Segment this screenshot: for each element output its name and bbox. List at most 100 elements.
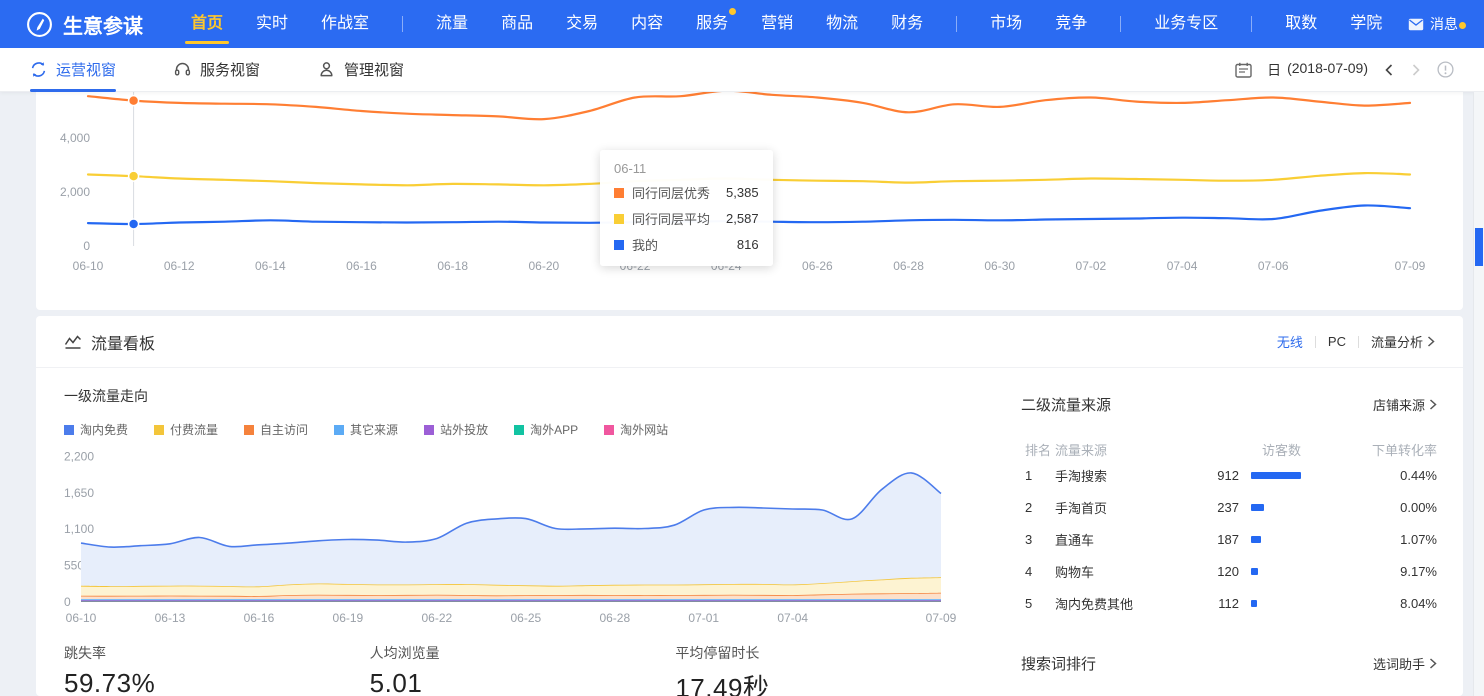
view-tab-服务视窗[interactable]: 服务视窗 bbox=[174, 48, 260, 92]
svg-text:06-26: 06-26 bbox=[802, 259, 833, 273]
line-chart-icon bbox=[64, 334, 82, 350]
chart-legend: 淘内免费 付费流量 自主访问 其它来源 站外投放 淘外APP 淘外网站 bbox=[64, 421, 981, 438]
legend-item-淘外网站[interactable]: 淘外网站 bbox=[604, 421, 668, 438]
shop-source-link[interactable]: 店铺来源 bbox=[1373, 395, 1437, 414]
legend-swatch bbox=[604, 425, 614, 435]
nav-item-实时[interactable]: 实时 bbox=[256, 0, 288, 48]
svg-text:06-30: 06-30 bbox=[984, 259, 1015, 273]
legend-swatch bbox=[424, 425, 434, 435]
panel-body: 一级流量走向 淘内免费付费流量自主访问其它来源站外投放淘外APP淘外网站 055… bbox=[36, 368, 1463, 696]
svg-text:1,100: 1,100 bbox=[64, 522, 94, 536]
visitors-bar bbox=[1251, 504, 1264, 511]
nav-item-学院[interactable]: 学院 bbox=[1350, 0, 1382, 48]
metric-value: 59.73% bbox=[64, 668, 370, 696]
messages-button[interactable]: 消息 bbox=[1408, 14, 1458, 34]
source-table-row[interactable]: 2手淘首页2370.00% bbox=[1021, 491, 1437, 523]
panel-header: 流量看板 无线 PC 流量分析 bbox=[36, 316, 1463, 368]
envelope-icon bbox=[1408, 18, 1424, 31]
traffic-analysis-link[interactable]: 流量分析 bbox=[1371, 332, 1435, 351]
nav-item-内容[interactable]: 内容 bbox=[631, 0, 663, 48]
traffic-metrics: 跳失率59.73%人均浏览量5.01平均停留时长17.49秒 bbox=[64, 643, 981, 696]
metric-value: 17.49秒 bbox=[675, 668, 981, 696]
series-line-同行同层优秀 bbox=[88, 92, 1410, 119]
headset-icon bbox=[174, 61, 191, 78]
brand[interactable]: 生意参谋 bbox=[26, 10, 143, 39]
page-content: 02,0004,00006-1006-1206-1406-1606-1806-2… bbox=[0, 92, 1484, 696]
nav-item-商品[interactable]: 商品 bbox=[501, 0, 533, 48]
svg-text:06-28: 06-28 bbox=[893, 259, 924, 273]
nav-divider bbox=[1251, 16, 1252, 32]
nav-item-财务[interactable]: 财务 bbox=[891, 0, 923, 48]
nav-item-市场[interactable]: 市场 bbox=[990, 0, 1022, 48]
visitors-bar bbox=[1251, 536, 1261, 543]
svg-text:06-28: 06-28 bbox=[599, 611, 630, 625]
nav-divider bbox=[956, 16, 957, 32]
nav-item-营销[interactable]: 营销 bbox=[761, 0, 793, 48]
svg-text:06-16: 06-16 bbox=[244, 611, 275, 625]
svg-text:0: 0 bbox=[83, 239, 90, 253]
metric-value: 5.01 bbox=[370, 668, 676, 696]
nav-item-业务专区[interactable]: 业务专区 bbox=[1154, 0, 1218, 48]
nav-item-首页[interactable]: 首页 bbox=[191, 0, 223, 48]
nav-item-作战室[interactable]: 作战室 bbox=[321, 0, 369, 48]
search-rank-title: 搜索词排行 bbox=[1021, 653, 1096, 674]
view-tab-管理视窗[interactable]: 管理视窗 bbox=[318, 48, 404, 92]
primary-traffic-chart[interactable]: 05501,1001,6502,20006-1006-1306-1606-190… bbox=[64, 446, 994, 641]
view-tab-运营视窗[interactable]: 运营视窗 bbox=[30, 48, 116, 92]
legend-item-淘内免费[interactable]: 淘内免费 bbox=[64, 421, 128, 438]
legend-swatch bbox=[614, 214, 624, 224]
tooltip-row: 同行同层优秀5,385 bbox=[614, 183, 759, 202]
nav-item-服务[interactable]: 服务 bbox=[696, 0, 728, 48]
divider bbox=[1358, 336, 1359, 348]
svg-text:2,000: 2,000 bbox=[60, 185, 90, 199]
legend-item-站外投放[interactable]: 站外投放 bbox=[424, 421, 488, 438]
legend-swatch bbox=[514, 425, 524, 435]
nav-item-物流[interactable]: 物流 bbox=[826, 0, 858, 48]
nav-divider bbox=[1120, 16, 1121, 32]
word-helper-link[interactable]: 选词助手 bbox=[1373, 654, 1437, 673]
svg-text:06-12: 06-12 bbox=[164, 259, 195, 273]
divider bbox=[1315, 336, 1316, 348]
toggle-wireless[interactable]: 无线 bbox=[1277, 332, 1303, 351]
source-table-row[interactable]: 4购物车1209.17% bbox=[1021, 555, 1437, 587]
nav-item-竞争[interactable]: 竞争 bbox=[1055, 0, 1087, 48]
svg-text:1,650: 1,650 bbox=[64, 486, 94, 500]
nav-item-取数[interactable]: 取数 bbox=[1285, 0, 1317, 48]
sync-icon bbox=[30, 61, 47, 78]
next-date-button[interactable] bbox=[1410, 63, 1422, 77]
messages-badge bbox=[1459, 22, 1466, 29]
panel-controls: 无线 PC 流量分析 bbox=[1277, 332, 1435, 351]
source-table-row[interactable]: 5淘内免费其他1128.04% bbox=[1021, 587, 1437, 619]
legend-item-付费流量[interactable]: 付费流量 bbox=[154, 421, 218, 438]
top-nav: 生意参谋 首页实时作战室 流量商品交易内容服务营销物流财务 市场竞争 业务专区 取数学院… bbox=[0, 0, 1484, 48]
svg-text:07-04: 07-04 bbox=[777, 611, 808, 625]
svg-text:07-09: 07-09 bbox=[926, 611, 957, 625]
traffic-dashboard-card: 流量看板 无线 PC 流量分析 一级流量走向 淘内免费付费流量自主访问其它来源站… bbox=[36, 316, 1463, 696]
date-mode: 日 bbox=[1267, 60, 1281, 80]
nav-item-交易[interactable]: 交易 bbox=[566, 0, 598, 48]
prev-date-button[interactable] bbox=[1383, 63, 1395, 77]
source-table-row[interactable]: 3直通车1871.07% bbox=[1021, 523, 1437, 555]
area-band-淘内免费 bbox=[81, 473, 941, 587]
view-tabbar: 运营视窗 服务视窗 管理视窗 日 (2018-07-09) bbox=[0, 48, 1484, 92]
source-table-row[interactable]: 1手淘搜索9120.44% bbox=[1021, 459, 1437, 491]
date-picker[interactable]: 日 (2018-07-09) bbox=[1267, 60, 1368, 80]
toggle-pc[interactable]: PC bbox=[1328, 334, 1346, 349]
nav-item-流量[interactable]: 流量 bbox=[436, 0, 468, 48]
tooltip-row: 我的816 bbox=[614, 235, 759, 254]
calendar-icon[interactable] bbox=[1235, 62, 1252, 78]
legend-item-淘外APP[interactable]: 淘外APP bbox=[514, 421, 578, 438]
svg-text:06-16: 06-16 bbox=[346, 259, 377, 273]
legend-item-其它来源[interactable]: 其它来源 bbox=[334, 421, 398, 438]
legend-item-自主访问[interactable]: 自主访问 bbox=[244, 421, 308, 438]
scrollbar-thumb[interactable] bbox=[1475, 228, 1483, 266]
svg-text:06-10: 06-10 bbox=[66, 611, 97, 625]
svg-text:06-18: 06-18 bbox=[437, 259, 468, 273]
info-button[interactable] bbox=[1437, 61, 1454, 78]
svg-text:06-19: 06-19 bbox=[333, 611, 364, 625]
brand-logo-icon bbox=[26, 11, 53, 38]
source-table-title: 二级流量来源 bbox=[1021, 394, 1111, 415]
notification-dot bbox=[729, 8, 736, 15]
chart-tooltip: 06-11 同行同层优秀5,385同行同层平均2,587我的816 bbox=[600, 150, 773, 266]
page-scrollbar[interactable] bbox=[1473, 92, 1484, 696]
